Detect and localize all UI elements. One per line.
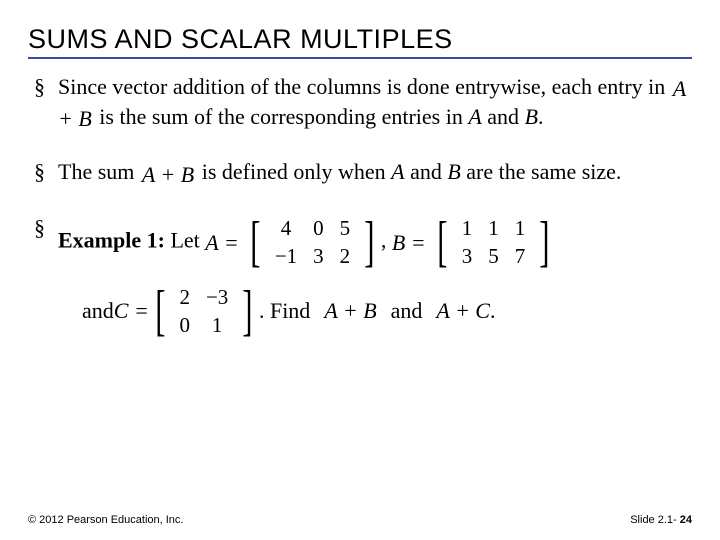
eq-B-lhs: B =: [392, 229, 426, 257]
footer-prefix: Slide 2.1-: [630, 514, 680, 526]
B-02: 1: [507, 214, 534, 242]
b1-A: A: [468, 104, 481, 129]
C-01: −3: [198, 283, 236, 311]
B-10: 3: [454, 242, 481, 270]
bullet-1: Since vector addition of the columns is …: [34, 73, 692, 132]
bracket-right-icon: ]: [364, 216, 374, 268]
eq-C-lhs: C =: [114, 297, 149, 325]
b2-text-c: are the same size.: [461, 159, 622, 184]
b2-text-a: The sum: [58, 159, 140, 184]
b1-text-a: Since vector addition of the columns is …: [58, 74, 671, 99]
sub-end: .: [490, 297, 496, 325]
footer-copyright: © 2012 Pearson Education, Inc.: [28, 514, 183, 526]
bracket-left-icon: [: [437, 216, 447, 268]
b1-and: and: [482, 104, 525, 129]
bracket-left-icon: [: [250, 216, 260, 268]
bullet-list: Since vector addition of the columns is …: [28, 73, 692, 339]
A-12: 2: [332, 242, 359, 270]
matrix-C: [ 2−301 ]: [151, 283, 257, 340]
bullet-2: The sum A + B is defined only when A and…: [34, 158, 692, 188]
sub-expr1: A + B: [324, 297, 376, 325]
b2-B: B: [447, 159, 460, 184]
b2-A: A: [391, 159, 404, 184]
A-00: 4: [267, 214, 305, 242]
B-01: 1: [480, 214, 507, 242]
bullet-3: Example 1: Let A = [ 405−132 ] , B = [ 1…: [34, 214, 692, 339]
b1-text-b: is the sum of the corresponding entries …: [94, 104, 469, 129]
sub-and2: and: [391, 297, 423, 325]
b2-math-ab: A + B: [140, 162, 196, 187]
b1-end: .: [538, 104, 544, 129]
A-02: 5: [332, 214, 359, 242]
b1-B: B: [525, 104, 538, 129]
A-11: 3: [305, 242, 332, 270]
footer-slide-number: Slide 2.1- 24: [630, 514, 692, 526]
matrix-B: [ 111357 ]: [433, 214, 554, 271]
slide-title: SUMS AND SCALAR MULTIPLES: [28, 24, 692, 59]
bracket-right-icon: ]: [242, 285, 252, 337]
b3-let: Let: [165, 228, 205, 253]
eq-comma1: ,: [381, 228, 387, 253]
footer-page: 24: [680, 514, 692, 526]
B-00: 1: [454, 214, 481, 242]
A-01: 0: [305, 214, 332, 242]
b3-label: Example 1:: [58, 228, 165, 253]
slide-footer: © 2012 Pearson Education, Inc. Slide 2.1…: [28, 514, 692, 526]
C-00: 2: [171, 283, 198, 311]
bracket-left-icon: [: [155, 285, 165, 337]
bracket-right-icon: ]: [539, 216, 549, 268]
matrix-A: [ 405 −132 ]: [246, 214, 379, 271]
B-12: 7: [507, 242, 534, 270]
B-11: 5: [480, 242, 507, 270]
C-11: 1: [198, 311, 236, 339]
b2-and: and: [405, 159, 448, 184]
eq-A-lhs: A =: [205, 229, 238, 257]
sub-expr2: A + C: [436, 297, 490, 325]
b2-text-b: is defined only when: [196, 159, 391, 184]
bullet-3-row2: and C = [ 2−301 ] . Find A + B and A + C…: [58, 283, 692, 340]
A-10: −1: [267, 242, 305, 270]
C-10: 0: [171, 311, 198, 339]
sub-and1: and: [82, 297, 114, 325]
sub-find: . Find: [259, 297, 310, 325]
